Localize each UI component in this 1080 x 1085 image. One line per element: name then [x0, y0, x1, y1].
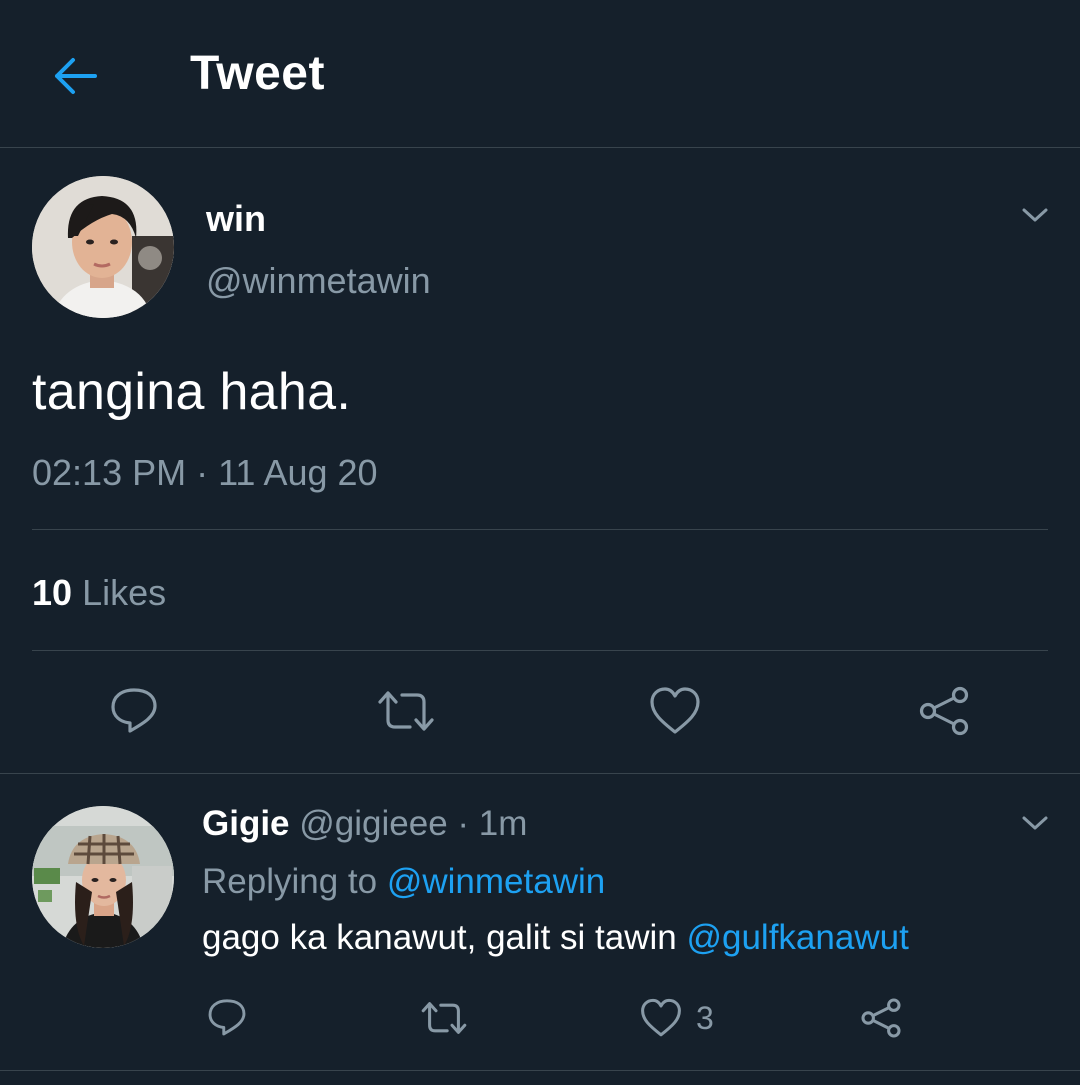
- like-icon: [650, 687, 700, 734]
- replying-to: Replying to @winmetawin: [202, 862, 605, 902]
- replying-to-label: Replying to: [202, 862, 378, 901]
- avatar[interactable]: [32, 806, 174, 948]
- reply-button[interactable]: [206, 996, 248, 1038]
- likes-label: Likes: [82, 572, 167, 613]
- retweet-button[interactable]: [420, 998, 468, 1038]
- likes-stat[interactable]: 10 Likes: [32, 572, 166, 614]
- reply-author-name[interactable]: Gigie: [202, 804, 290, 843]
- retweet-icon: [378, 691, 434, 731]
- author-name[interactable]: win: [206, 198, 266, 240]
- like-button[interactable]: [649, 686, 701, 736]
- retweet-button[interactable]: [376, 686, 436, 736]
- author-handle[interactable]: @winmetawin: [206, 260, 431, 302]
- like-count: 3: [696, 999, 714, 1036]
- reply-icon: [111, 688, 157, 733]
- reply-text: gago ka kanawut, galit si tawin: [202, 918, 677, 957]
- chevron-down-icon: [1022, 816, 1048, 830]
- likes-count: 10: [32, 572, 73, 613]
- share-icon: [919, 686, 969, 736]
- divider: [0, 1070, 1080, 1071]
- divider: [32, 650, 1048, 651]
- profile-photo: [32, 176, 174, 318]
- avatar[interactable]: [32, 176, 174, 318]
- share-button[interactable]: [918, 686, 970, 736]
- replying-to-handle-link[interactable]: @winmetawin: [387, 862, 605, 901]
- profile-photo: [32, 806, 174, 948]
- mention-link[interactable]: @gulfkanawut: [686, 918, 908, 957]
- reply-icon: [208, 999, 246, 1036]
- like-icon: [641, 998, 681, 1037]
- reply-text-container: gago ka kanawut, galit si tawin @gulfkan…: [202, 918, 909, 958]
- like-button[interactable]: 3: [640, 998, 714, 1038]
- divider: [32, 529, 1048, 530]
- chevron-down-icon: [1022, 208, 1048, 222]
- arrow-left-icon: [55, 58, 97, 94]
- reply-author-handle[interactable]: @gigieee: [299, 804, 447, 843]
- reply-time: · 1m: [457, 804, 528, 843]
- tweet-timestamp[interactable]: 02:13 PM · 11 Aug 20: [32, 452, 378, 494]
- top-bar: Tweet: [0, 0, 1080, 148]
- page-title: Tweet: [190, 47, 325, 100]
- reply-menu-button[interactable]: [1015, 803, 1055, 843]
- retweet-icon: [421, 1002, 467, 1034]
- tweet-text: tangina haha.: [32, 363, 352, 421]
- share-button[interactable]: [860, 998, 902, 1038]
- divider: [0, 773, 1080, 774]
- back-button[interactable]: [48, 50, 100, 102]
- share-icon: [861, 998, 901, 1038]
- reply-header: Gigie @gigieee · 1m: [202, 804, 527, 844]
- tweet-menu-button[interactable]: [1015, 195, 1055, 235]
- reply-button[interactable]: [108, 684, 160, 736]
